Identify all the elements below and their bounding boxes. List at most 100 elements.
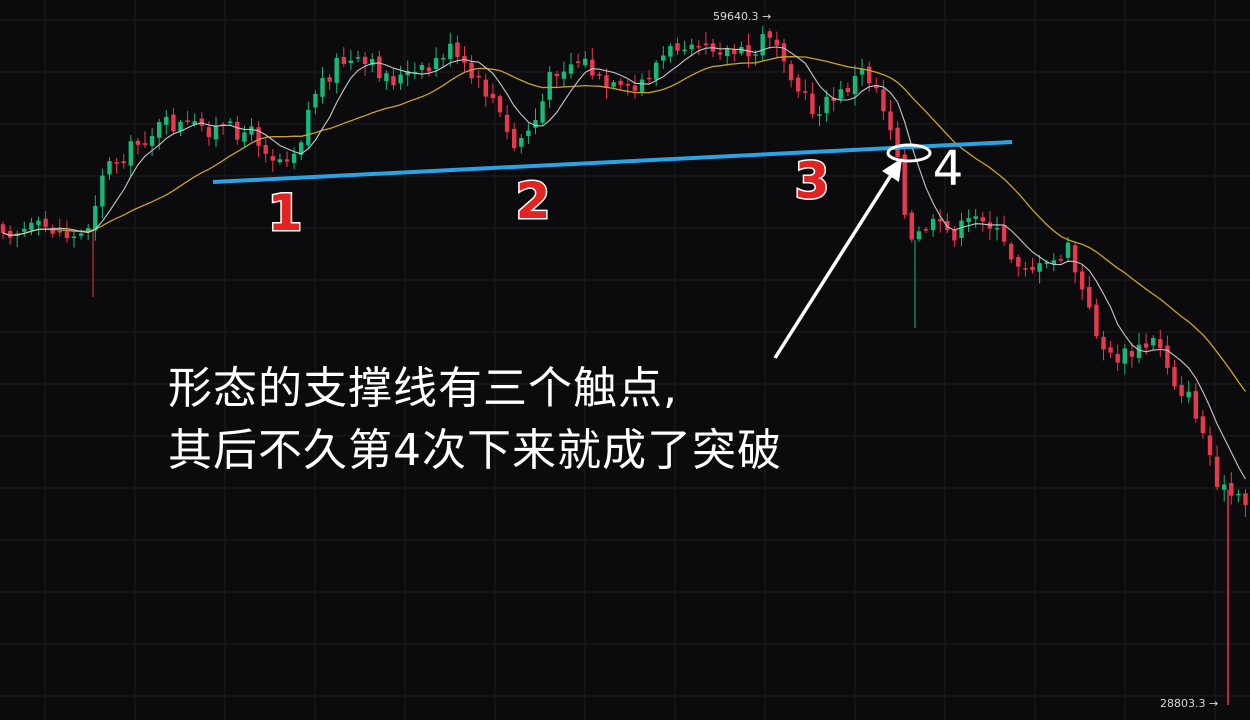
candle-body xyxy=(1108,347,1113,353)
candle-body xyxy=(526,130,531,137)
candle-body xyxy=(760,34,765,56)
candle-body xyxy=(1179,384,1184,397)
candle-body xyxy=(583,58,588,66)
candle-body xyxy=(533,120,538,128)
candle-body xyxy=(618,80,623,85)
candle-body xyxy=(206,127,212,138)
candle-body xyxy=(1058,259,1064,261)
candle-body xyxy=(398,74,403,84)
candle-body xyxy=(1207,435,1213,456)
candle-body xyxy=(277,159,283,163)
annotation-text-line-2: 其后不久第4次下来就成了突破 xyxy=(168,425,782,476)
candle-body xyxy=(228,121,233,123)
candle-body xyxy=(476,75,481,78)
candle-body xyxy=(916,231,922,240)
candle-body xyxy=(952,230,957,241)
candle-body xyxy=(455,42,460,57)
candle-body xyxy=(490,93,496,99)
candle-body xyxy=(895,127,900,158)
candle-body xyxy=(810,93,815,115)
candle-body xyxy=(341,56,346,64)
candle-body xyxy=(1065,242,1071,258)
candle-body xyxy=(441,57,446,60)
candle-body xyxy=(781,43,787,62)
candle-body xyxy=(1094,304,1099,337)
candle-body xyxy=(178,121,183,131)
candle-body xyxy=(121,161,126,163)
candle-body xyxy=(22,228,27,232)
candle-body xyxy=(1172,367,1177,387)
candle-body xyxy=(888,111,893,131)
candle-body xyxy=(540,101,545,123)
candle-body xyxy=(128,141,133,166)
candle-body xyxy=(938,219,943,222)
candle-body xyxy=(164,116,169,125)
candle-body xyxy=(497,96,503,113)
candle-body xyxy=(391,76,396,86)
candle-body xyxy=(1030,266,1035,271)
candle-body xyxy=(1151,338,1156,346)
candle-body xyxy=(639,79,645,92)
candle-body xyxy=(1136,344,1142,358)
candle-body xyxy=(36,220,41,226)
candle-body xyxy=(774,39,780,46)
candle-body xyxy=(1236,493,1241,496)
candle-body xyxy=(1158,339,1163,349)
annotation-text-line-1: 形态的支撑线有三个触点, xyxy=(168,363,678,414)
candle-body xyxy=(0,224,6,234)
candle-body xyxy=(703,43,709,46)
candle-body xyxy=(114,162,119,164)
annotation-arrow-shaft xyxy=(773,171,895,359)
candle-body xyxy=(575,61,581,63)
candle-body xyxy=(675,43,680,51)
candle-body xyxy=(1165,345,1170,368)
candle-body xyxy=(632,85,638,91)
touch-label-4: 4 xyxy=(933,141,964,197)
candle-body xyxy=(1222,484,1227,490)
candle-body xyxy=(249,126,254,135)
candle-body xyxy=(29,222,34,231)
candle-body xyxy=(625,84,630,86)
candle-body xyxy=(327,77,332,82)
candle-body xyxy=(419,65,425,70)
candle-body xyxy=(973,216,978,219)
candle-body xyxy=(966,218,971,222)
candle-body xyxy=(930,218,936,231)
touch-label-3: 3 xyxy=(795,152,830,210)
candle-body xyxy=(590,59,595,76)
candle-body xyxy=(135,140,141,145)
candle-body xyxy=(263,145,268,154)
candle-body xyxy=(57,230,62,233)
candle-body xyxy=(1009,243,1014,260)
candle-body xyxy=(547,71,552,100)
candle-body xyxy=(512,128,517,149)
candle-body xyxy=(313,93,318,108)
candle-body xyxy=(788,64,794,81)
candle-body xyxy=(796,77,801,92)
candle-body xyxy=(980,217,985,222)
candle-body xyxy=(377,56,382,79)
candle-body xyxy=(817,114,822,116)
candle-body xyxy=(100,175,105,207)
candle-body xyxy=(107,161,112,175)
candle-body xyxy=(1023,268,1028,270)
candle-body xyxy=(1122,348,1127,364)
candle-body xyxy=(1129,350,1135,357)
candle-body xyxy=(270,156,275,161)
candle-body xyxy=(654,62,659,80)
candle-body xyxy=(838,89,843,99)
candle-body xyxy=(696,45,701,48)
candle-body xyxy=(1101,336,1106,350)
candle-body xyxy=(725,48,730,57)
candle-body xyxy=(306,109,311,145)
candle-body xyxy=(803,91,808,93)
candle-body xyxy=(1200,416,1206,434)
candle-body xyxy=(64,231,70,238)
candle-body xyxy=(568,64,574,74)
candle-body xyxy=(881,89,886,112)
candle-body xyxy=(1037,263,1042,272)
candle-body xyxy=(426,67,432,72)
candle-body xyxy=(689,44,694,50)
candle-body xyxy=(43,218,48,227)
candle-body xyxy=(483,79,488,97)
